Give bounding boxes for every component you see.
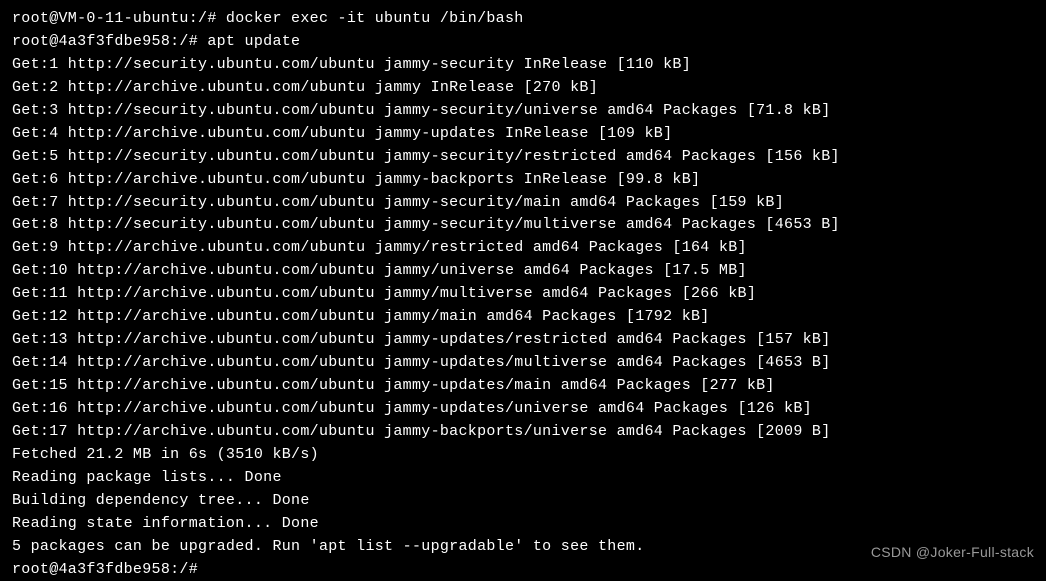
terminal-line: Get:2 http://archive.ubuntu.com/ubuntu j… — [12, 77, 1034, 100]
terminal-line: root@VM-0-11-ubuntu:/# docker exec -it u… — [12, 8, 1034, 31]
terminal-line: Get:3 http://security.ubuntu.com/ubuntu … — [12, 100, 1034, 123]
terminal-line: Reading package lists... Done — [12, 467, 1034, 490]
terminal-line: Building dependency tree... Done — [12, 490, 1034, 513]
watermark-text: CSDN @Joker-Full-stack — [871, 542, 1034, 563]
terminal-line: root@4a3f3fdbe958:/# apt update — [12, 31, 1034, 54]
terminal-line: Get:9 http://archive.ubuntu.com/ubuntu j… — [12, 237, 1034, 260]
terminal-line: Get:8 http://security.ubuntu.com/ubuntu … — [12, 214, 1034, 237]
terminal-line: Get:5 http://security.ubuntu.com/ubuntu … — [12, 146, 1034, 169]
terminal-line: Get:12 http://archive.ubuntu.com/ubuntu … — [12, 306, 1034, 329]
terminal-line: Fetched 21.2 MB in 6s (3510 kB/s) — [12, 444, 1034, 467]
terminal-output[interactable]: root@VM-0-11-ubuntu:/# docker exec -it u… — [12, 8, 1034, 581]
terminal-line: Get:15 http://archive.ubuntu.com/ubuntu … — [12, 375, 1034, 398]
terminal-line: Get:17 http://archive.ubuntu.com/ubuntu … — [12, 421, 1034, 444]
terminal-line: Get:14 http://archive.ubuntu.com/ubuntu … — [12, 352, 1034, 375]
terminal-line: Get:16 http://archive.ubuntu.com/ubuntu … — [12, 398, 1034, 421]
terminal-line: Get:13 http://archive.ubuntu.com/ubuntu … — [12, 329, 1034, 352]
terminal-line: Get:4 http://archive.ubuntu.com/ubuntu j… — [12, 123, 1034, 146]
terminal-line: Get:10 http://archive.ubuntu.com/ubuntu … — [12, 260, 1034, 283]
terminal-line: Get:6 http://archive.ubuntu.com/ubuntu j… — [12, 169, 1034, 192]
terminal-line: Get:11 http://archive.ubuntu.com/ubuntu … — [12, 283, 1034, 306]
terminal-line: Reading state information... Done — [12, 513, 1034, 536]
terminal-line: Get:7 http://security.ubuntu.com/ubuntu … — [12, 192, 1034, 215]
terminal-line: Get:1 http://security.ubuntu.com/ubuntu … — [12, 54, 1034, 77]
